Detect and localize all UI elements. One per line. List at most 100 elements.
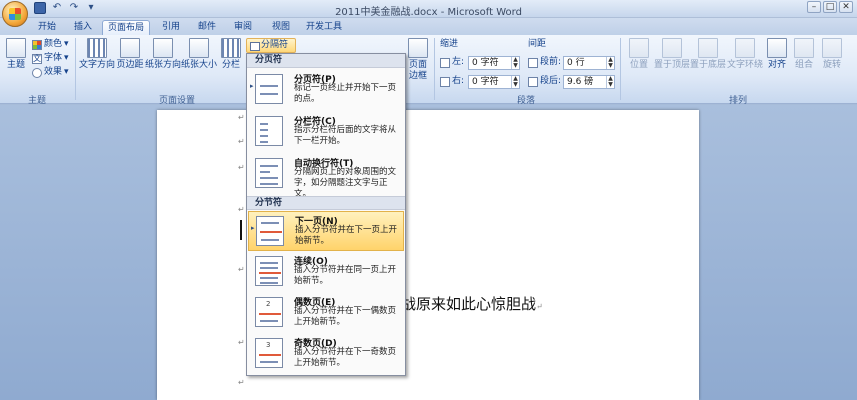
tab-review[interactable]: 审阅 [226,20,260,35]
spacing-before-label: 段前: [528,57,561,68]
align-icon [767,38,787,58]
margins-button[interactable]: 页边距 [116,38,144,71]
menu-item-desc: 插入分节符并在下一偶数页上开始新节。 [294,306,397,327]
menu-item-desc: 插入分节符并在同一页上开始新节。 [294,265,397,286]
position-icon [629,38,649,58]
odd-page-number: 3 [266,341,271,349]
orientation-label: 纸张方向 [145,60,182,70]
group-button[interactable]: 组合 [792,38,816,71]
indent-left-value: 0 字符 [472,58,499,68]
bring-front-button[interactable]: 置于顶层 [654,38,690,71]
arrow-icon: ▸ [250,82,254,90]
theme-effects-button[interactable]: 效果 ▾ [32,67,69,78]
orientation-icon [153,38,173,58]
group-icon [794,38,814,58]
indent-left-icon [440,57,450,68]
tab-home[interactable]: 开始 [30,20,64,35]
ribbon-tabs: 开始 插入 页面布局 引用 邮件 审阅 视图 开发工具 [0,18,857,35]
menu-item-column-break[interactable]: 分栏符(C) 指示分栏符后面的文字将从下一栏开始。 [248,112,404,152]
breaks-label: 分隔符 [261,40,289,50]
spacing-label: 间距 [528,39,547,49]
indent-right-field[interactable]: 0 字符 ▲ ▼ [468,75,520,89]
tab-developer[interactable]: 开发工具 [300,20,348,35]
menu-item-page-break[interactable]: ▸ 分页符(P) 标记一页终止并开始下一页的点。 [248,70,404,110]
themes-icon [6,38,26,58]
bring-front-label: 置于顶层 [654,60,691,70]
even-page-number: 2 [266,300,271,308]
send-back-icon [698,38,718,58]
columns-label: 分栏 [221,60,240,70]
page-border-icon [408,38,428,58]
indent-right-value: 0 字符 [472,77,499,87]
section-breaks-header: 分节符 [247,196,405,210]
columns-button[interactable]: 分栏 [218,38,244,71]
menu-item-next-page[interactable]: ▸ 下一页(N) 插入分节符并在下一页上开始新节。 [248,211,404,251]
menu-item-even-page[interactable]: 2 偶数页(E) 插入分节符并在下一偶数页上开始新节。 [248,293,404,333]
theme-colors-button[interactable]: 颜色 ▾ [32,39,69,50]
text-wrap-button[interactable]: 文字环绕 [727,38,763,71]
indent-left-text: 左: [452,57,465,67]
page-breaks-header: 分页符 [247,54,405,68]
menu-item-text-wrapping-break[interactable]: 自动换行符(T) 分隔网页上的对象周围的文字，如分隔题注文字与正文。 [248,154,404,199]
page-border-label: 页面 边框 [408,60,427,81]
orientation-button[interactable]: 纸张方向 [145,38,181,71]
tab-page-layout[interactable]: 页面布局 [102,20,150,35]
close-button[interactable]: ✕ [839,1,853,13]
margins-icon [120,38,140,58]
text-direction-label: 文字方向 [79,60,116,70]
menu-item-continuous[interactable]: 连续(O) 插入分节符并在同一页上开始新节。 [248,252,404,292]
paragraph-mark: ↵ [238,205,245,214]
paragraph-mark: ↵ [238,137,245,146]
breaks-button[interactable]: 分隔符 ▾ [246,38,296,63]
tab-view[interactable]: 视图 [264,20,298,35]
odd-page-icon: 3 [255,338,283,368]
menu-item-desc: 标记一页终止并开始下一页的点。 [294,83,397,104]
position-button[interactable]: 位置 [626,38,652,71]
menu-item-desc: 插入分节符并在下一页上开始新节。 [295,225,398,246]
spacing-before-text: 段前: [540,57,562,67]
text-wrap-icon [735,38,755,58]
paragraph-mark: ↵ [238,378,245,387]
indent-right-label: 右: [440,76,464,87]
tab-insert[interactable]: 插入 [66,20,100,35]
menu-item-odd-page[interactable]: 3 奇数页(D) 插入分节符并在下一奇数页上开始新节。 [248,334,404,374]
maximize-button[interactable]: □ [823,1,837,13]
spinner-icon[interactable]: ▲ ▼ [606,76,614,88]
tab-mailings[interactable]: 邮件 [190,20,224,35]
arrow-icon: ▸ [251,224,255,232]
page-border-button[interactable]: 页面 边框 [406,38,430,82]
tab-references[interactable]: 引用 [154,20,188,35]
next-page-icon [256,216,284,246]
document-text: 战原来如此心惊胆战↵ [401,293,543,314]
align-button[interactable]: 对齐 [766,38,788,71]
spacing-after-value: 9.6 磅 [567,77,594,87]
rotate-button[interactable]: 旋转 [820,38,844,71]
document-page[interactable] [157,110,699,400]
align-label: 对齐 [767,60,786,70]
themes-label: 主题 [6,60,25,70]
spacing-before-field[interactable]: 0 行 ▲ ▼ [563,56,615,70]
fonts-label: 字体 [44,53,63,63]
spacing-after-label: 段后: [528,76,561,87]
page-break-icon [255,74,283,104]
spinner-icon[interactable]: ▲ ▼ [606,57,614,69]
even-page-icon: 2 [255,297,283,327]
text-direction-button[interactable]: 文字方向 [79,38,115,71]
text-direction-icon [87,38,107,58]
continuous-icon [255,256,283,286]
spinner-icon[interactable]: ▲ ▼ [511,57,519,69]
office-button[interactable] [2,1,28,27]
spinner-icon[interactable]: ▲ ▼ [511,76,519,88]
separator [434,38,435,100]
position-label: 位置 [629,60,648,70]
spacing-after-field[interactable]: 9.6 磅 ▲ ▼ [563,75,615,89]
themes-button[interactable]: 主题 [4,38,28,71]
spacing-after-icon [528,76,538,87]
size-icon [189,38,209,58]
send-back-button[interactable]: 置于底层 [690,38,726,71]
theme-fonts-button[interactable]: 文 字体 ▾ [32,53,69,64]
indent-left-field[interactable]: 0 字符 ▲ ▼ [468,56,520,70]
minimize-button[interactable]: – [807,1,821,13]
size-button[interactable]: 纸张大小 [181,38,217,71]
window-title: 2011中美金融战.docx - Microsoft Word [335,7,522,18]
